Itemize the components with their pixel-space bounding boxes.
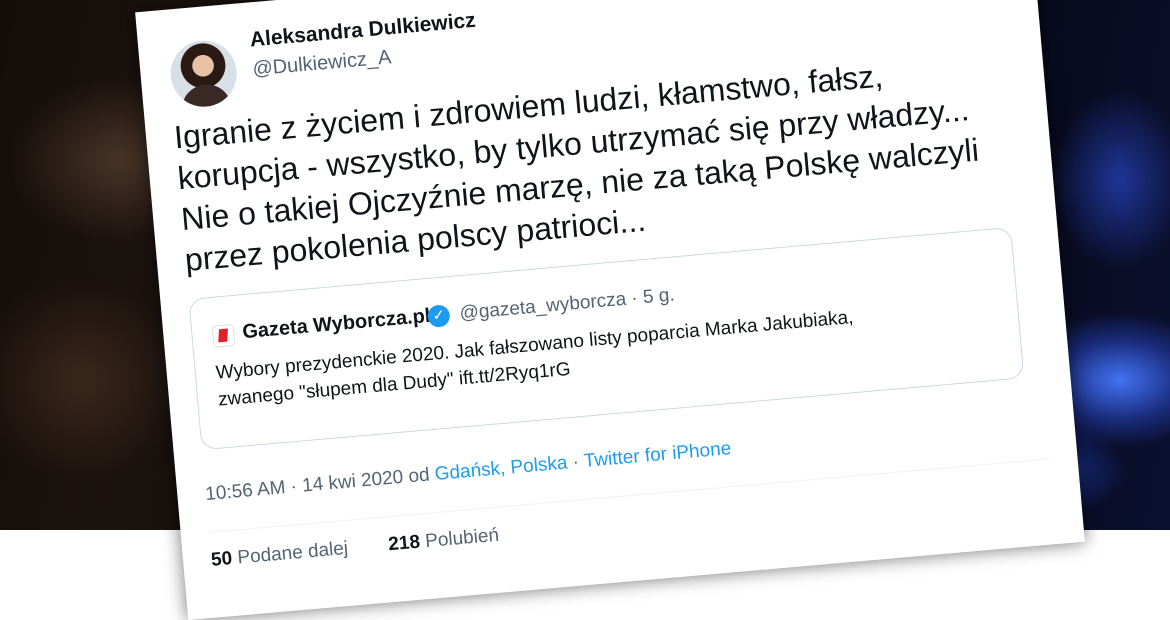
quoted-author-name: Gazeta Wyborcza.pl	[241, 304, 432, 344]
timestamp[interactable]: 10:56 AM · 14 kwi 2020 od	[205, 465, 431, 506]
source-link[interactable]: Twitter for iPhone	[583, 438, 732, 472]
tweet-card: Aleksandra Dulkiewicz @Dulkiewicz_A Igra…	[135, 0, 1085, 620]
likes-stat[interactable]: 218 Polubień	[388, 525, 500, 556]
tweet-stats: 50 Podane dalej 218 Polubień	[210, 525, 500, 572]
location-link[interactable]: Gdańsk, Polska	[434, 452, 568, 485]
likes-label: Polubień	[424, 524, 500, 553]
retweets-count: 50	[210, 548, 234, 571]
retweets-stat[interactable]: 50 Podane dalej	[210, 538, 349, 571]
meta-separator: ·	[571, 451, 580, 473]
retweets-label: Podane dalej	[236, 537, 349, 569]
divider	[208, 458, 1050, 533]
tweet-meta: 10:56 AM · 14 kwi 2020 od Gdańsk, Polska…	[205, 438, 733, 506]
gazeta-logo-icon	[211, 323, 236, 348]
likes-count: 218	[387, 531, 421, 556]
author-name[interactable]: Aleksandra Dulkiewicz	[249, 8, 480, 51]
quoted-handle-time: @gazeta_wyborcza · 5 g.	[458, 284, 676, 325]
author-handle[interactable]: @Dulkiewicz_A	[252, 46, 393, 81]
avatar[interactable]	[167, 37, 240, 110]
